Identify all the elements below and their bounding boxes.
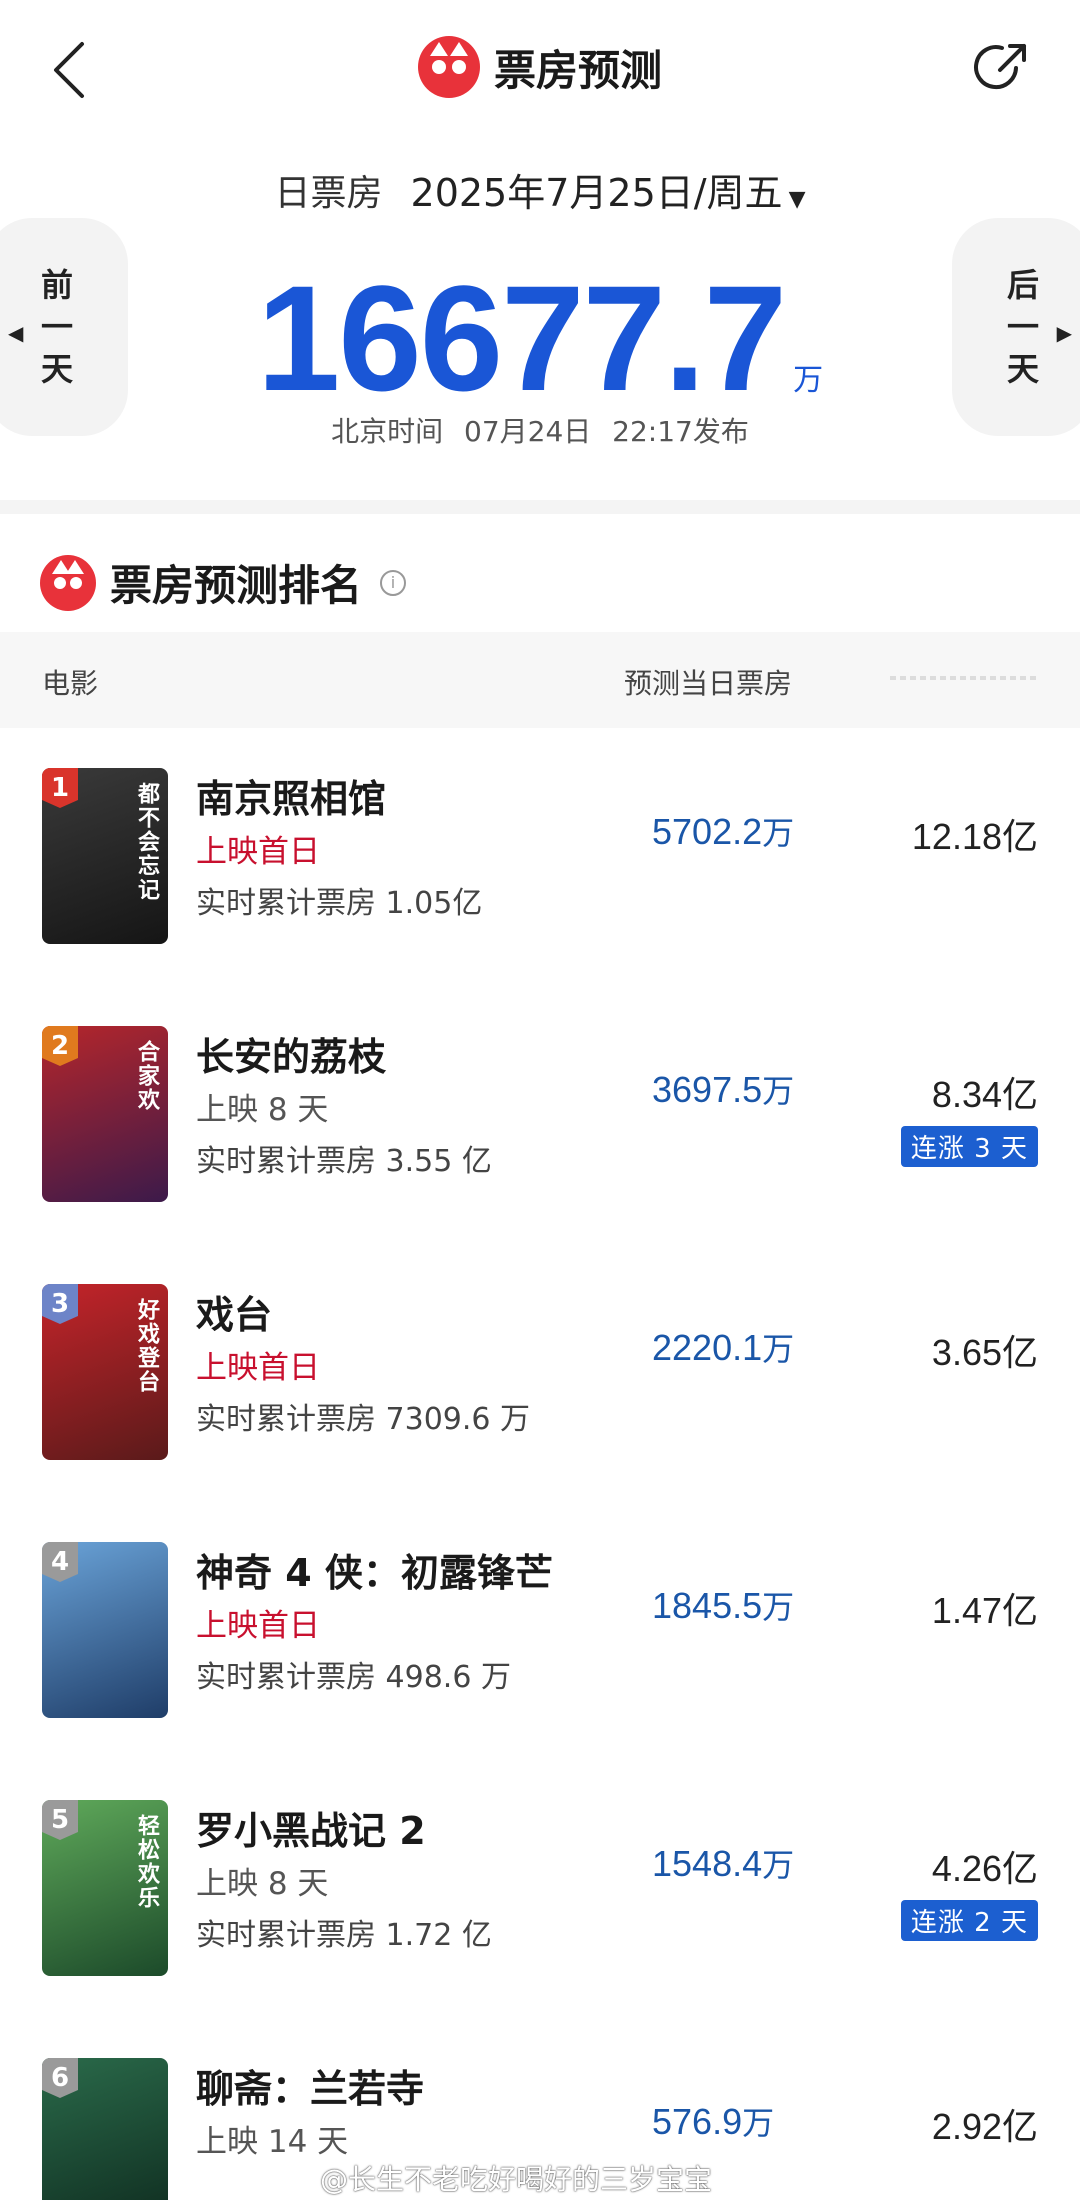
table-row[interactable]: 1 都不会忘记 南京照相馆 上映首日 实时累计票房 1.05亿 5702.2万 … [0, 728, 1080, 986]
predicted-value: 2220.1 [652, 1327, 763, 1368]
maoyan-logo-icon [417, 36, 480, 98]
table-row[interactable]: 5 轻松欢乐 罗小黑战记 2 上映 8 天 实时累计票房 1.72 亿 1548… [0, 1760, 1080, 2018]
cumulative-box-office: 实时累计票房 498.6 万 [196, 1660, 511, 1695]
movie-name[interactable]: 罗小黑战记 2 [196, 1800, 426, 1855]
predicted-unit: 万 [762, 815, 795, 851]
poster-text: 轻松欢乐 [134, 1814, 159, 1910]
predicted-value: 5702.2 [652, 811, 763, 852]
watermark: @长生不老吃好喝好的三岁宝宝 [320, 2163, 713, 2196]
rank-badge: 5 [42, 1800, 78, 1840]
total-box-office-value: 4.26亿 [931, 1848, 1038, 1889]
rank-badge: 1 [42, 768, 78, 808]
cumulative-box-office: 实时累计票房 1.05亿 [196, 886, 483, 921]
rank-badge: 4 [42, 1542, 78, 1582]
predicted-value: 1845.5 [652, 1585, 763, 1626]
total-box-office-value: 3.65亿 [931, 1332, 1038, 1373]
date-value[interactable]: 2025年7月25日/周五 [411, 171, 783, 215]
predicted-unit: 万 [762, 1589, 795, 1625]
release-status: 上映 8 天 [196, 1866, 329, 1902]
predicted-value: 3697.5 [652, 1069, 763, 1110]
publish-time: 北京时间 07月24日 22:17发布 [331, 415, 749, 448]
predicted-unit: 万 [742, 2105, 775, 2141]
poster-text: 合家欢 [134, 1040, 159, 1112]
top-bar: 票房预测 [0, 0, 1080, 140]
release-status: 上映首日 [196, 834, 320, 870]
predicted-box-office: 2220.1万 [652, 1324, 794, 1370]
ranking-title: 票房预测排名 [110, 561, 363, 610]
caret-down-icon[interactable]: ▼ [789, 187, 806, 212]
poster-text: 好戏登台 [134, 1298, 159, 1394]
rank-badge: 2 [42, 1026, 78, 1066]
predicted-box-office: 1845.5万 [652, 1582, 794, 1628]
rank-badge: 6 [42, 2058, 78, 2098]
cumulative-box-office: 实时累计票房 7309.6 万 [196, 1402, 531, 1437]
cumulative-box-office: 实时累计票房 3.55 亿 [196, 1144, 492, 1179]
movie-poster[interactable]: 2 合家欢 [42, 1026, 168, 1202]
movie-poster[interactable]: 4 [42, 1542, 168, 1718]
rank-badge: 3 [42, 1284, 78, 1324]
maoyan-logo-icon [40, 554, 96, 611]
streak-badge: 连涨 3 天 [900, 1126, 1038, 1167]
total-box-office-value: 2.92亿 [931, 2106, 1038, 2147]
predicted-unit: 万 [762, 1073, 795, 1109]
movie-name[interactable]: 南京照相馆 [196, 768, 386, 823]
total-box-office-value: 1.47亿 [931, 1590, 1038, 1631]
movie-poster[interactable]: 5 轻松欢乐 [42, 1800, 168, 1976]
share-icon[interactable] [972, 38, 1032, 98]
table-header: 电影 预测当日票房 [0, 632, 1080, 728]
total-box-office-value: 8.34亿 [931, 1074, 1038, 1115]
table-row[interactable]: 2 合家欢 长安的荔枝 上映 8 天 实时累计票房 3.55 亿 3697.5万… [0, 986, 1080, 1244]
column-predicted[interactable]: 预测当日票房 [624, 662, 792, 702]
page-header: 票房预测 [0, 36, 1080, 98]
info-icon[interactable]: i [380, 569, 407, 596]
movie-poster[interactable]: 3 好戏登台 [42, 1284, 168, 1460]
total-box-office-value: 12.18亿 [911, 816, 1038, 857]
column-movie: 电影 [42, 667, 99, 700]
predicted-box-office: 1548.4万 [652, 1840, 794, 1886]
total-box-office: 16677.7 万 [0, 252, 1080, 425]
predicted-unit: 万 [762, 1847, 795, 1883]
movie-name[interactable]: 神奇 4 侠：初露锋芒 [196, 1542, 553, 1597]
predicted-box-office: 5702.2万 [652, 808, 794, 854]
movie-poster[interactable]: 1 都不会忘记 [42, 768, 168, 944]
release-status: 上映首日 [196, 1608, 320, 1644]
streak-badge: 连涨 2 天 [900, 1900, 1038, 1941]
table-row[interactable]: 3 好戏登台 戏台 上映首日 实时累计票房 7309.6 万 2220.1万 3… [0, 1244, 1080, 1502]
release-status: 上映 14 天 [196, 2124, 349, 2160]
column-total[interactable] [890, 668, 1040, 688]
page-title: 票房预测 [493, 45, 662, 95]
daily-box-office-label: 日票房 [274, 172, 383, 214]
movie-name[interactable]: 戏台 [196, 1284, 272, 1339]
predicted-value: 576.9 [652, 2101, 743, 2142]
predicted-box-office: 576.9万 [652, 2098, 774, 2144]
movie-name[interactable]: 聊斋：兰若寺 [196, 2058, 424, 2113]
predicted-value: 1548.4 [652, 1843, 763, 1884]
predicted-box-office: 3697.5万 [652, 1066, 794, 1112]
ranking-header: 票房预测排名 i [40, 552, 407, 613]
table-row[interactable]: 4 神奇 4 侠：初露锋芒 上映首日 实时累计票房 498.6 万 1845.5… [0, 1502, 1080, 1760]
release-status: 上映首日 [196, 1350, 320, 1386]
total-unit: 万 [793, 363, 824, 398]
total-value: 16677.7 [256, 254, 787, 422]
release-status: 上映 8 天 [196, 1092, 329, 1128]
movie-name[interactable]: 长安的荔枝 [196, 1026, 386, 1081]
predicted-unit: 万 [762, 1331, 795, 1367]
section-divider [0, 500, 1080, 514]
poster-text: 都不会忘记 [134, 782, 159, 902]
date-selector[interactable]: 日票房 2025年7月25日/周五 ▼ [0, 162, 1080, 217]
cumulative-box-office: 实时累计票房 1.72 亿 [196, 1918, 492, 1953]
movie-poster[interactable]: 6 [42, 2058, 168, 2200]
